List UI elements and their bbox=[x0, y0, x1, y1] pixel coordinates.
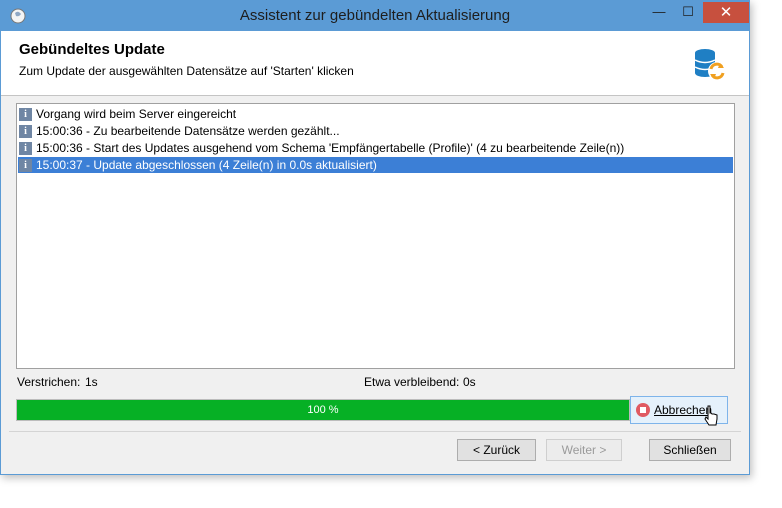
back-button[interactable]: < Zurück bbox=[457, 439, 536, 461]
log-entry[interactable]: i 15:00:36 - Start des Updates ausgehend… bbox=[18, 140, 733, 156]
title-bar[interactable]: Assistent zur gebündelten Aktualisierung… bbox=[1, 1, 749, 31]
next-button[interactable]: Weiter > bbox=[546, 439, 622, 461]
wizard-header: Gebündeltes Update Zum Update der ausgew… bbox=[1, 31, 749, 96]
stop-icon bbox=[636, 403, 650, 417]
progress-bar: 100 % bbox=[16, 399, 630, 421]
elapsed-value: 1s bbox=[85, 375, 98, 389]
log-entry-selected[interactable]: i 15:00:37 - Update abgeschlossen (4 Zei… bbox=[18, 157, 733, 173]
log-entry[interactable]: i 15:00:36 - Zu bearbeitende Datensätze … bbox=[18, 123, 733, 139]
log-entry[interactable]: i Vorgang wird beim Server eingereicht bbox=[18, 106, 733, 122]
info-icon: i bbox=[19, 159, 32, 172]
info-icon: i bbox=[19, 125, 32, 138]
maximize-button[interactable]: ☐ bbox=[674, 2, 702, 22]
close-button[interactable]: Schließen bbox=[649, 439, 731, 461]
database-refresh-icon bbox=[694, 49, 726, 80]
log-entry-text: 15:00:36 - Zu bearbeitende Datensätze we… bbox=[36, 124, 340, 138]
remaining-value: 0s bbox=[463, 375, 476, 389]
progress-text: 100 % bbox=[307, 404, 339, 416]
page-subtitle: Zum Update der ausgewählten Datensätze a… bbox=[19, 64, 354, 78]
log-entry-text: 15:00:37 - Update abgeschlossen (4 Zeile… bbox=[36, 158, 377, 172]
elapsed-label: Verstrichen: bbox=[17, 375, 81, 389]
log-list[interactable]: i Vorgang wird beim Server eingereicht i… bbox=[16, 103, 735, 369]
minimize-button[interactable]: — bbox=[645, 2, 673, 22]
remaining-label: Etwa verbleibend: bbox=[364, 375, 460, 389]
mouse-cursor-icon bbox=[704, 405, 718, 426]
window-title: Assistent zur gebündelten Aktualisierung bbox=[239, 7, 511, 24]
log-entry-text: 15:00:36 - Start des Updates ausgehend v… bbox=[36, 141, 625, 155]
info-icon: i bbox=[19, 108, 32, 121]
log-entry-text: Vorgang wird beim Server eingereicht bbox=[36, 107, 237, 121]
wizard-window: Assistent zur gebündelten Aktualisierung… bbox=[0, 0, 750, 475]
footer-separator bbox=[9, 431, 741, 432]
page-title: Gebündeltes Update bbox=[19, 41, 165, 58]
info-icon: i bbox=[19, 142, 32, 155]
close-window-button[interactable]: ✕ bbox=[703, 2, 749, 23]
